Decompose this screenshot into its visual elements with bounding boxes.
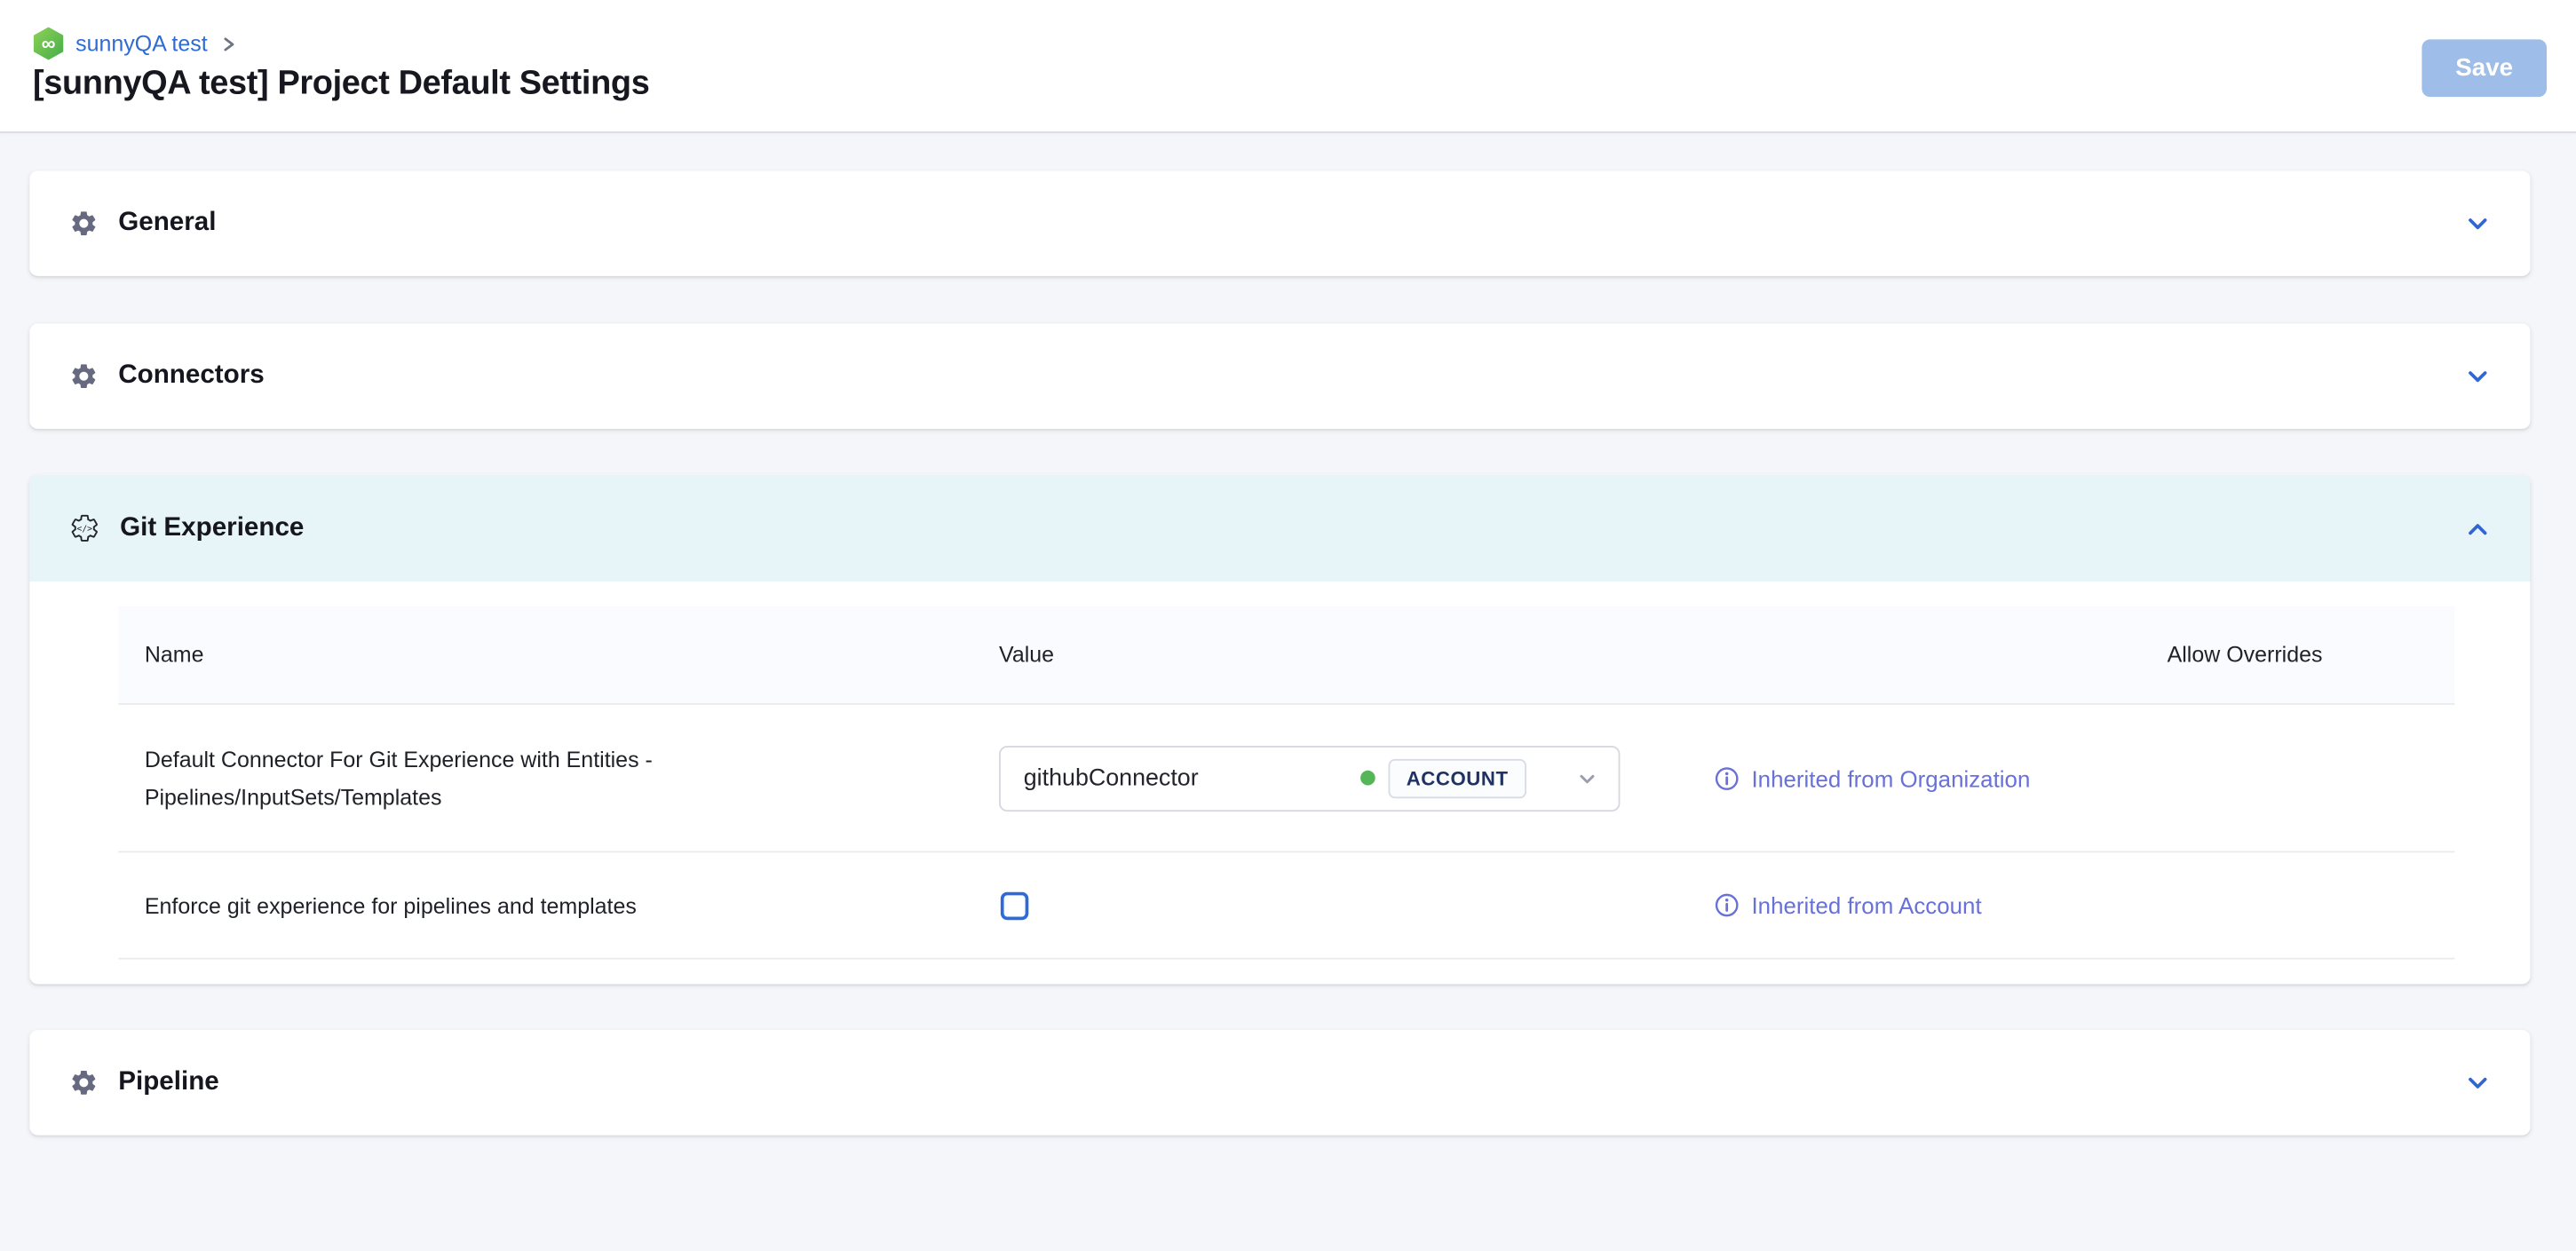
connector-select[interactable]: githubConnector ACCOUNT	[999, 745, 1620, 811]
chevron-down-icon	[2465, 363, 2492, 390]
inherited-from-link[interactable]: Inherited from Organization	[1714, 764, 2168, 791]
gear-icon	[69, 209, 99, 238]
section-general: General	[29, 170, 2530, 275]
setting-name: Enforce git experience for pipelines and…	[145, 886, 917, 924]
save-button[interactable]: Save	[2421, 39, 2547, 97]
section-title: Git Experience	[120, 513, 304, 542]
section-connectors: Connectors	[29, 324, 2530, 429]
column-header-value: Value	[999, 642, 1714, 667]
connectivity-status-dot	[1360, 771, 1375, 786]
gear-icon	[69, 361, 99, 391]
page-header: ∞ sunnyQA test [sunnyQA test] Project De…	[0, 0, 2576, 133]
git-settings-table: Name Value Allow Overrides Default Conne…	[118, 606, 2454, 960]
breadcrumb[interactable]: ∞ sunnyQA test	[33, 27, 239, 61]
inherited-from-label: Inherited from Account	[1751, 892, 1981, 919]
expand-section-control[interactable]	[2465, 363, 2492, 390]
section-header-git-experience[interactable]: </> Git Experience	[29, 475, 2530, 582]
connector-select-value: githubConnector	[1024, 764, 1360, 791]
expand-section-control[interactable]	[2465, 210, 2492, 237]
svg-text:</>: </>	[77, 524, 93, 534]
app-root: ∞ sunnyQA test [sunnyQA test] Project De…	[0, 0, 2576, 1251]
setting-name: Default Connector For Git Experience wit…	[145, 740, 917, 816]
column-header-allow-overrides: Allow Overrides	[2168, 642, 2429, 667]
chevron-up-icon	[2465, 515, 2492, 542]
section-header-pipeline[interactable]: Pipeline	[29, 1030, 2530, 1135]
chevron-down-icon	[2465, 210, 2492, 237]
section-pipeline: Pipeline	[29, 1030, 2530, 1135]
chevron-down-icon	[2465, 1070, 2492, 1097]
expand-section-control[interactable]	[2465, 1070, 2492, 1097]
breadcrumb-project-link[interactable]: sunnyQA test	[75, 31, 208, 56]
page-title: [sunnyQA test] Project Default Settings	[33, 64, 649, 103]
section-title: General	[118, 209, 216, 238]
table-header-row: Name Value Allow Overrides	[118, 606, 2454, 705]
section-title: Connectors	[118, 361, 265, 391]
enforce-git-experience-checkbox[interactable]	[1001, 891, 1028, 919]
settings-content: General Connectors	[0, 133, 2576, 1136]
table-row: Default Connector For Git Experience wit…	[118, 705, 2454, 853]
info-icon	[1714, 764, 1740, 791]
section-header-connectors[interactable]: Connectors	[29, 324, 2530, 429]
select-chevron-down-icon	[1575, 766, 1598, 789]
gear-code-icon: </>	[69, 512, 100, 543]
breadcrumb-chevron-right-icon	[219, 34, 239, 53]
column-header-name: Name	[145, 642, 999, 667]
section-git-experience: </> Git Experience Name Value Allow Over…	[29, 475, 2530, 985]
gear-icon	[69, 1068, 99, 1097]
inherited-from-link[interactable]: Inherited from Account	[1714, 892, 2168, 919]
table-row: Enforce git experience for pipelines and…	[118, 852, 2454, 959]
inherited-from-label: Inherited from Organization	[1751, 764, 2030, 791]
info-icon	[1714, 892, 1740, 919]
scope-badge: ACCOUNT	[1388, 758, 1526, 797]
svg-text:∞: ∞	[42, 33, 56, 55]
collapse-section-control[interactable]	[2465, 515, 2492, 542]
project-icon: ∞	[33, 27, 64, 61]
section-title: Pipeline	[118, 1068, 219, 1097]
section-header-general[interactable]: General	[29, 170, 2530, 275]
